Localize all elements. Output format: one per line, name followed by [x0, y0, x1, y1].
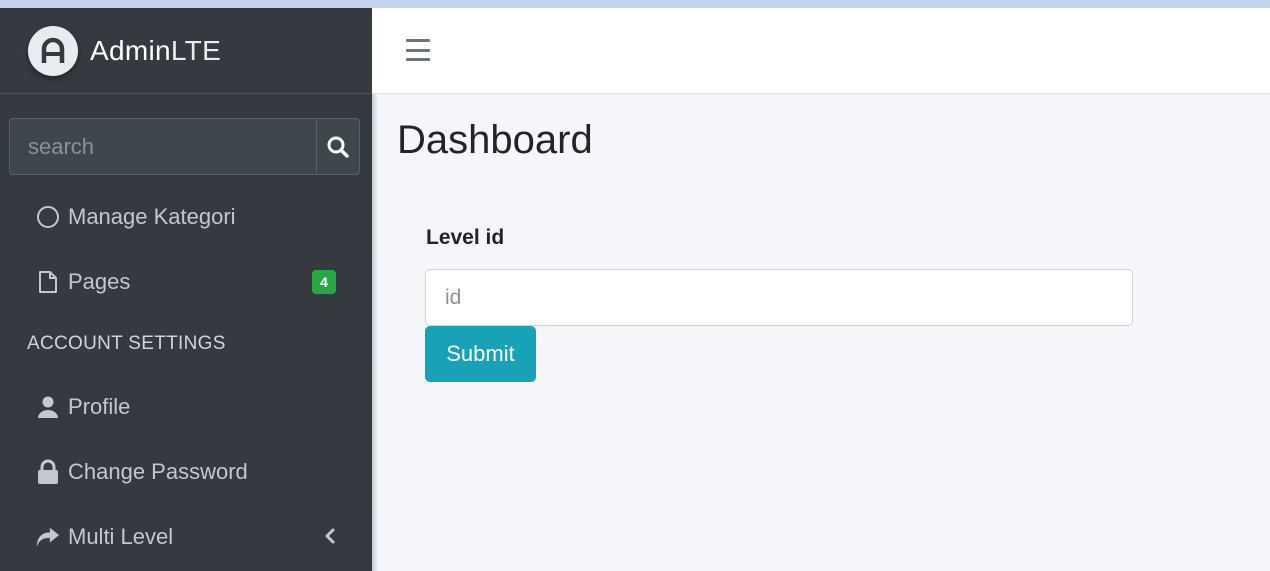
- chevron-left-icon: [324, 524, 336, 550]
- sidebar-item-label: Manage Kategori: [68, 203, 236, 229]
- brand-name-light: LTE: [170, 34, 222, 66]
- circle-outline-icon: [36, 205, 60, 229]
- search-icon: [327, 136, 349, 158]
- sidebar-item-label: Multi Level: [68, 523, 174, 549]
- sidebar-search: [9, 118, 360, 175]
- search-button[interactable]: [316, 118, 360, 175]
- account-settings-header: ACCOUNT SETTINGS: [27, 333, 226, 354]
- level-id-input[interactable]: [425, 269, 1133, 326]
- sidebar-item-profile[interactable]: Profile: [0, 374, 372, 439]
- pages-count-badge: 4: [312, 269, 336, 294]
- level-id-label: Level id: [426, 226, 505, 249]
- sidebar-item-label: Pages: [68, 268, 131, 294]
- sidebar-item-manage-kategori[interactable]: Manage Kategori: [0, 184, 372, 249]
- sidebar-item-multi-level[interactable]: Multi Level: [0, 504, 372, 569]
- brand-name-bold: Admin: [90, 34, 171, 66]
- share-icon: [36, 525, 60, 549]
- sidebar-item-label: Change Password: [68, 458, 248, 484]
- sidebar-item-pages[interactable]: Pages 4: [0, 249, 372, 314]
- search-input[interactable]: [9, 118, 316, 175]
- hamburger-icon[interactable]: [406, 39, 430, 61]
- sidebar-nav: Manage Kategori Pages 4 ACCOUNT SETTINGS…: [0, 184, 372, 569]
- browser-top-strip: [0, 0, 1270, 8]
- submit-button[interactable]: Submit: [425, 326, 536, 382]
- sidebar-item-change-password[interactable]: Change Password: [0, 439, 372, 504]
- sidebar: AdminLTE Manage Kategori Pages 4 ACCOUNT…: [0, 8, 378, 571]
- brand-name: AdminLTE: [90, 35, 221, 67]
- page-title: Dashboard: [397, 118, 593, 162]
- lock-icon: [36, 459, 60, 484]
- file-icon: [36, 270, 60, 294]
- sidebar-item-label: Profile: [68, 393, 131, 419]
- brand-link[interactable]: AdminLTE: [0, 8, 372, 94]
- user-icon: [36, 395, 60, 419]
- top-navbar: [372, 8, 1270, 94]
- adminlte-logo-icon: [28, 25, 78, 76]
